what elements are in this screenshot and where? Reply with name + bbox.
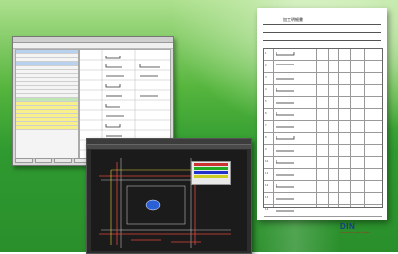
- table-row: 4: [264, 85, 382, 97]
- row-number: 7: [265, 124, 267, 127]
- table-row: 13: [264, 193, 382, 205]
- rebar-shape: [276, 102, 294, 104]
- table-row: 6: [264, 109, 382, 121]
- layer-row[interactable]: [194, 171, 228, 174]
- row-number: 11: [265, 172, 269, 175]
- table-row: 1: [264, 49, 382, 61]
- table-row: 12: [264, 181, 382, 193]
- rebar-shape: [276, 174, 294, 176]
- function-button[interactable]: [54, 158, 72, 163]
- row-number: 9: [265, 148, 267, 151]
- row-number: 13: [265, 196, 269, 199]
- table-row: 7: [264, 121, 382, 133]
- rebar-shape: [276, 112, 294, 116]
- table-row: 9: [264, 145, 382, 157]
- row-number: 1: [265, 52, 267, 55]
- cad-window[interactable]: [86, 138, 252, 254]
- table-row: 3: [264, 73, 382, 85]
- row-number: 5: [265, 100, 267, 103]
- table-row: 5: [264, 97, 382, 109]
- row-number: 2: [265, 64, 267, 67]
- rebar-shape: [276, 184, 294, 188]
- window-toolbar[interactable]: [87, 145, 251, 149]
- row-number: 14: [265, 208, 269, 211]
- company-logo: DIN: [340, 222, 356, 231]
- rebar-shape: [276, 64, 294, 65]
- layer-row[interactable]: [194, 175, 228, 178]
- rebar-shape: [276, 78, 294, 80]
- rebar-shape: [276, 150, 294, 152]
- row-number: 10: [265, 160, 269, 163]
- row-number: 3: [265, 76, 267, 79]
- rebar-shape: [276, 160, 294, 164]
- table-rows: 1 2 3 4 5 6 7 8 9 10 11 12 13 14: [264, 49, 382, 217]
- statement-table: 1 2 3 4 5 6 7 8 9 10 11 12 13 14: [263, 48, 383, 217]
- table-row: 10: [264, 157, 382, 169]
- layer-dialog[interactable]: [191, 161, 231, 185]
- layer-row[interactable]: [194, 167, 228, 170]
- table-row: 2: [264, 61, 382, 73]
- rebar-shape: [276, 126, 294, 128]
- layer-row[interactable]: [194, 163, 228, 166]
- rebar-shape: [276, 198, 294, 200]
- document-title: 加工明細書: [283, 17, 303, 22]
- table-row: 11: [264, 169, 382, 181]
- rebar-shape: [276, 210, 294, 212]
- header-rule: [263, 32, 381, 33]
- form-row[interactable]: [16, 126, 78, 130]
- rebar-shape: [276, 52, 295, 56]
- processing-statement-sheet: 加工明細書 1 2 3 4 5 6 7 8 9 10 11 12 13 14: [257, 8, 387, 220]
- header-rule: [263, 24, 381, 25]
- function-button[interactable]: [34, 158, 52, 163]
- rebar-shape: [276, 136, 295, 140]
- rebar-shape: [276, 88, 294, 92]
- logo-subtitle: Construction System Software: [340, 232, 371, 234]
- input-form-panel[interactable]: [15, 49, 79, 159]
- table-row: 14: [264, 205, 382, 217]
- row-number: 4: [265, 88, 267, 91]
- row-number: 8: [265, 136, 267, 139]
- function-button[interactable]: [15, 158, 33, 163]
- table-row: 8: [264, 133, 382, 145]
- row-number: 12: [265, 184, 269, 187]
- row-number: 6: [265, 112, 267, 115]
- header-rule: [263, 40, 381, 41]
